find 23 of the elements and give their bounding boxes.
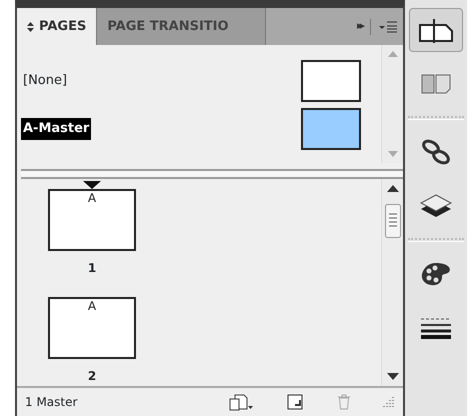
scroll-thumb[interactable] bbox=[384, 204, 400, 238]
scroll-up-icon[interactable] bbox=[386, 185, 398, 192]
master-thumbnail[interactable] bbox=[301, 108, 361, 150]
sort-arrows-icon bbox=[27, 22, 34, 32]
page-number: 1 bbox=[88, 261, 96, 275]
new-page-icon[interactable] bbox=[227, 393, 253, 411]
master-prefix: A bbox=[88, 299, 96, 313]
panel-menu-icon[interactable] bbox=[379, 20, 397, 32]
page-thumbnail[interactable]: A bbox=[48, 189, 136, 251]
pages-panel-icon[interactable] bbox=[409, 8, 463, 52]
page-thumbnail[interactable]: A bbox=[48, 297, 136, 359]
overflow-button[interactable]: ▸▸ bbox=[356, 18, 362, 35]
master-prefix: A bbox=[88, 191, 96, 205]
master-name[interactable]: A-Master bbox=[21, 118, 92, 140]
master-count: 1 Master bbox=[25, 394, 78, 411]
tab[interactable]: PAGES bbox=[17, 8, 96, 45]
page-number: 2 bbox=[88, 369, 96, 383]
tab[interactable]: PAGE TRANSITIO bbox=[96, 8, 266, 45]
scroll-down-icon[interactable] bbox=[386, 373, 398, 380]
resize-grip-icon[interactable] bbox=[381, 395, 395, 409]
master-thumbnail[interactable] bbox=[301, 60, 361, 102]
create-page-icon[interactable] bbox=[287, 394, 303, 410]
master-name[interactable]: [None] bbox=[21, 70, 70, 92]
